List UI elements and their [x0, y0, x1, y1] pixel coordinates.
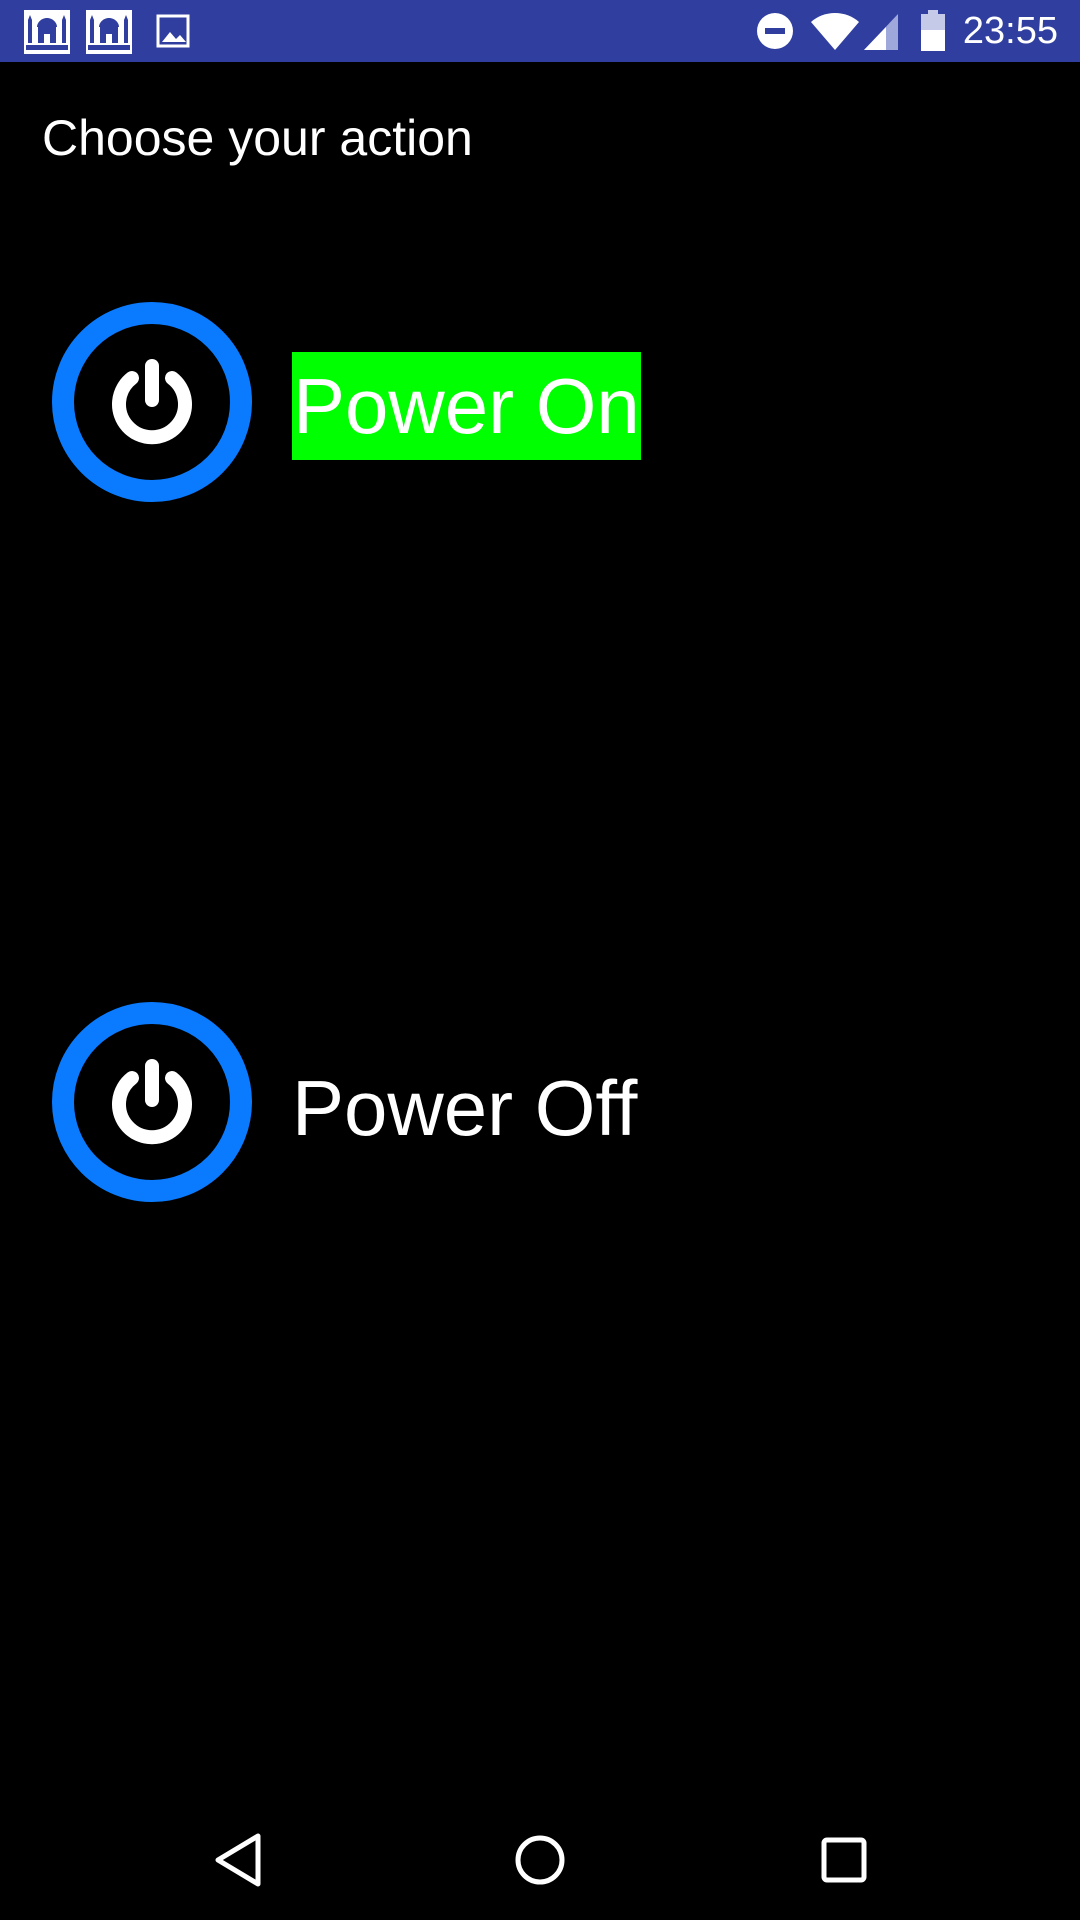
mosque-icon: [24, 10, 70, 54]
power-icon: [112, 359, 192, 445]
power-off-label[interactable]: Power Off: [292, 1054, 637, 1162]
mosque-icon: [86, 10, 132, 54]
recents-icon[interactable]: [814, 1830, 874, 1890]
status-time: 23:55: [962, 10, 1058, 52]
signal-icon: [864, 14, 898, 50]
home-icon[interactable]: [510, 1830, 570, 1890]
wifi-icon: [811, 13, 859, 50]
page-title: Choose your action: [42, 110, 473, 166]
power-off-button[interactable]: [52, 1002, 252, 1202]
power-off-row: Power Off: [52, 1002, 952, 1202]
navigation-bar: [0, 1800, 1080, 1920]
power-on-label[interactable]: Power On: [292, 352, 641, 460]
back-icon[interactable]: [208, 1830, 268, 1890]
power-icon: [112, 1059, 192, 1145]
do-not-disturb-icon: [757, 13, 793, 49]
status-bar: 23:55: [0, 0, 1080, 62]
image-icon: [156, 14, 190, 48]
battery-icon: [921, 10, 945, 51]
app-screen: 23:55 Choose your action Power On Power …: [0, 0, 1080, 1920]
power-on-row: Power On: [52, 302, 952, 502]
power-on-button[interactable]: [52, 302, 252, 502]
